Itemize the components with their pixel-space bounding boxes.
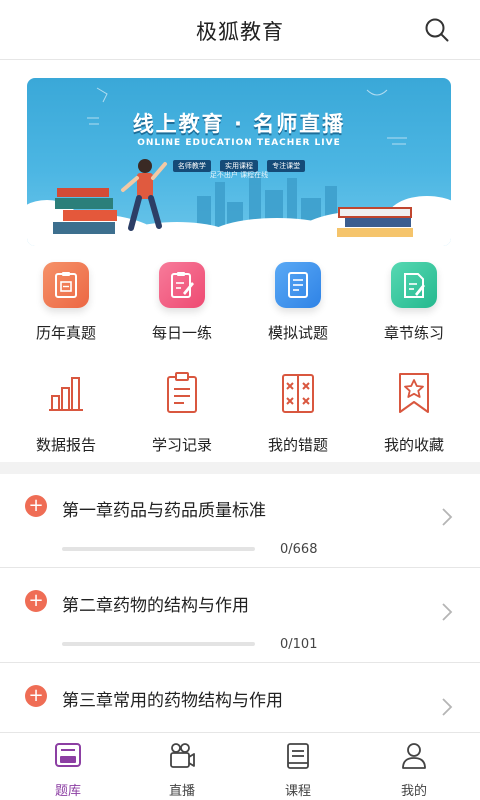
- bookmark-star-icon: [399, 373, 429, 413]
- daily-practice-icon: [159, 262, 205, 308]
- study-record-button[interactable]: 学习记录: [122, 370, 242, 455]
- expand-plus-icon[interactable]: +: [25, 590, 47, 612]
- chapter-progress-bar: [62, 547, 255, 551]
- chevron-right-icon[interactable]: [440, 602, 454, 622]
- chapter-list-item[interactable]: + 第一章药品与药品质量标准 0/668: [0, 474, 480, 568]
- chapter-practice-button[interactable]: 章节练习: [354, 262, 474, 343]
- wrong-questions-button[interactable]: 我的错题: [238, 370, 358, 455]
- exam-paper-icon: [43, 262, 89, 308]
- promo-banner[interactable]: 线上教育 · 名师直播 ONLINE EDUCATION TEACHER LIV…: [27, 78, 451, 246]
- daily-practice-button[interactable]: 每日一练: [122, 262, 242, 343]
- tab-label: 课程: [284, 784, 311, 799]
- chapter-list-item[interactable]: + 第三章常用的药物结构与作用: [0, 663, 480, 732]
- chapter-title: 第三章常用的药物结构与作用: [62, 691, 283, 711]
- tab-courses[interactable]: 课程: [238, 741, 358, 799]
- expand-plus-icon[interactable]: +: [25, 495, 47, 517]
- tab-question-bank[interactable]: 题库: [8, 741, 128, 799]
- banner-headline: 线上教育 · 名师直播: [132, 112, 346, 136]
- chapter-title: 第一章药品与药品质量标准: [62, 501, 266, 521]
- bar-chart-icon: [49, 377, 83, 411]
- wrong-questions-label: 我的错题: [267, 436, 328, 454]
- past-exams-label: 历年真题: [35, 324, 96, 342]
- data-report-label: 数据报告: [35, 436, 96, 454]
- study-record-label: 学习记录: [151, 436, 212, 454]
- section-divider: [0, 462, 480, 474]
- chapter-progress-bar: [62, 642, 255, 646]
- chapter-question-count: 0/668: [280, 542, 318, 557]
- mock-test-label: 模拟试题: [267, 324, 328, 342]
- banner-footnote: 足不出户 课程在线: [209, 171, 269, 179]
- past-exams-button[interactable]: 历年真题: [6, 262, 126, 343]
- profile-icon: [402, 743, 426, 769]
- tab-live[interactable]: 直播: [122, 741, 242, 799]
- bottom-tab-bar: 题库 直播 课程 我的: [0, 732, 480, 800]
- chapter-list-item[interactable]: + 第二章药物的结构与作用 0/101: [0, 568, 480, 663]
- chapter-question-count: 0/101: [280, 637, 318, 652]
- clipboard-icon: [167, 372, 197, 413]
- mock-test-icon: [275, 262, 321, 308]
- tab-label: 直播: [168, 784, 195, 799]
- top-bar: 极狐教育: [0, 0, 480, 60]
- banner-subheadline: ONLINE EDUCATION TEACHER LIVE: [137, 138, 341, 148]
- daily-practice-label: 每日一练: [151, 324, 212, 342]
- chapter-practice-label: 章节练习: [383, 324, 444, 342]
- search-icon[interactable]: [424, 17, 450, 43]
- data-report-button[interactable]: 数据报告: [6, 370, 126, 455]
- tab-label: 我的: [400, 784, 427, 799]
- expand-plus-icon[interactable]: +: [25, 685, 47, 707]
- live-camera-icon: [170, 743, 195, 768]
- question-bank-icon: [55, 743, 81, 767]
- tab-label: 题库: [54, 784, 81, 799]
- mock-test-button[interactable]: 模拟试题: [238, 262, 358, 343]
- tab-profile[interactable]: 我的: [354, 741, 474, 799]
- course-book-icon: [287, 743, 309, 769]
- chevron-right-icon[interactable]: [440, 697, 454, 717]
- chapter-title: 第二章药物的结构与作用: [62, 596, 249, 616]
- wrong-questions-icon: [282, 374, 314, 413]
- chapter-practice-icon: [391, 262, 437, 308]
- chevron-right-icon[interactable]: [440, 507, 454, 527]
- my-favorites-button[interactable]: 我的收藏: [354, 370, 474, 455]
- my-favorites-label: 我的收藏: [383, 436, 444, 454]
- page-title: 极狐教育: [196, 20, 284, 44]
